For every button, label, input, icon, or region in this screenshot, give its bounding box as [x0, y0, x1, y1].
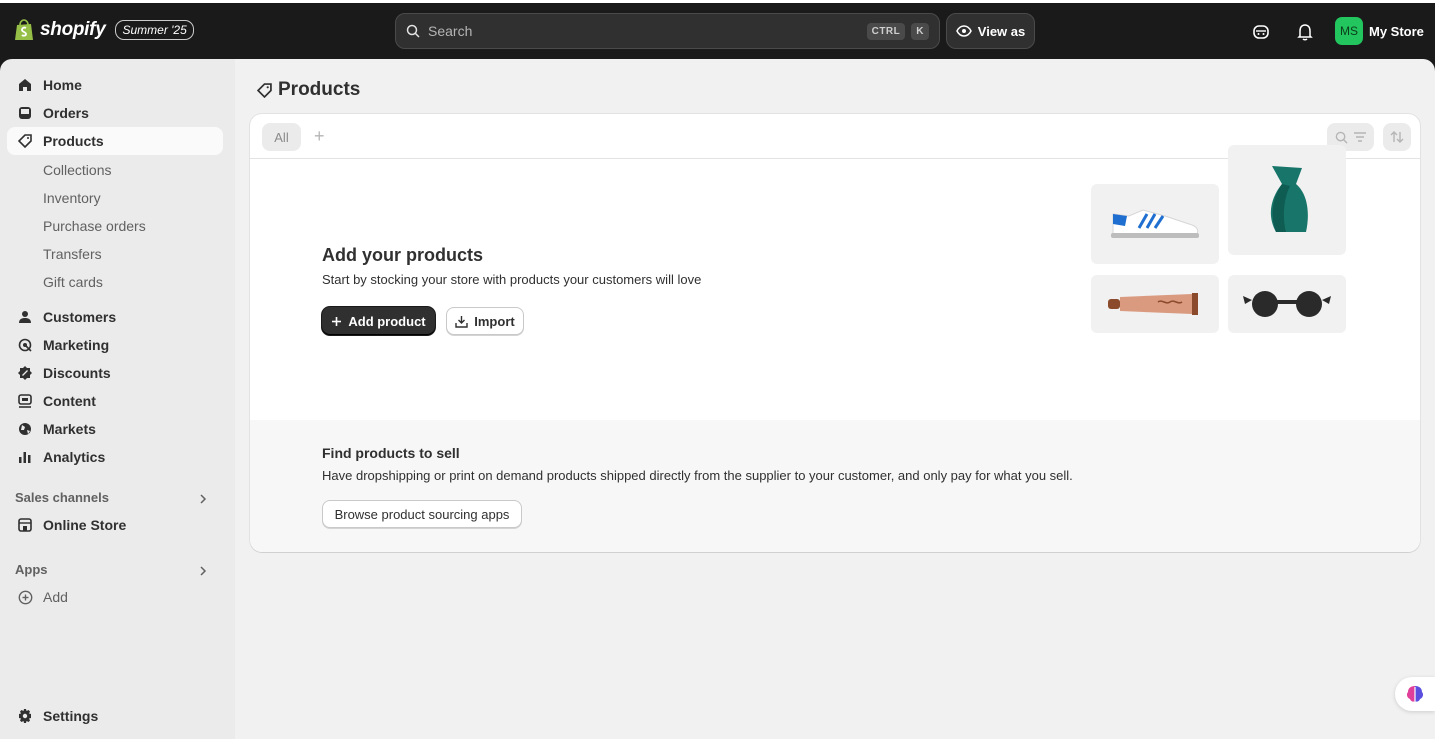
nav-settings[interactable]: Settings — [7, 702, 223, 730]
chevron-right-icon[interactable] — [197, 493, 209, 505]
nav-add-app-label: Add — [43, 589, 68, 605]
sidekick-top-icon[interactable] — [1251, 22, 1271, 42]
nav-online-store[interactable]: Online Store — [7, 511, 223, 539]
nav-purchase-orders[interactable]: Purchase orders — [43, 218, 146, 234]
nav-settings-label: Settings — [43, 708, 99, 724]
nav-inventory[interactable]: Inventory — [43, 190, 101, 206]
nav-products-label: Products — [43, 133, 104, 149]
nav-markets-label: Markets — [43, 421, 96, 437]
sidebar: Home Orders Products Collections Invento… — [0, 59, 235, 739]
nav-products[interactable]: Products — [7, 127, 223, 155]
apps-label[interactable]: Apps — [15, 562, 48, 577]
products-card: All + Add your products Start by stockin… — [250, 114, 1420, 552]
shortcut-ctrl: CTRL — [866, 22, 906, 40]
globe-icon — [7, 422, 43, 436]
add-view-icon[interactable]: + — [314, 126, 325, 147]
sales-channels-label[interactable]: Sales channels — [15, 490, 109, 505]
bell-icon[interactable] — [1295, 22, 1315, 42]
sort-icon — [1390, 131, 1404, 143]
empty-state-title: Add your products — [322, 245, 483, 265]
nav-customers[interactable]: Customers — [7, 303, 223, 331]
nav-gift-cards[interactable]: Gift cards — [43, 274, 103, 290]
nav-collections[interactable]: Collections — [43, 162, 111, 178]
top-bar: shopify Summer '25 Search CTRL K View as… — [0, 0, 1435, 59]
search-bar[interactable]: Search CTRL K — [395, 13, 940, 49]
target-icon — [7, 338, 43, 352]
browse-sourcing-apps-button[interactable]: Browse product sourcing apps — [322, 500, 522, 528]
content-icon — [7, 394, 43, 408]
shopify-bag-icon — [15, 19, 33, 40]
find-products-section: Find products to sell Have dropshipping … — [250, 420, 1420, 552]
nav-transfers[interactable]: Transfers — [43, 246, 102, 262]
sidekick-button[interactable] — [1395, 677, 1435, 711]
nav-home-label: Home — [43, 77, 82, 93]
nav-customers-label: Customers — [43, 309, 117, 325]
store-menu[interactable]: MS My Store — [1335, 17, 1424, 45]
avatar: MS — [1335, 17, 1363, 45]
edition-badge[interactable]: Summer '25 — [115, 20, 194, 40]
vase-illustration — [1228, 145, 1346, 255]
sneaker-illustration — [1091, 184, 1219, 264]
search-icon — [406, 24, 420, 38]
import-label: Import — [474, 313, 515, 329]
nav-analytics[interactable]: Analytics — [7, 443, 223, 471]
shortcut-k: K — [911, 22, 929, 40]
nav-discounts-label: Discounts — [43, 365, 111, 381]
plus-icon — [332, 316, 342, 326]
brand-name: shopify — [40, 19, 106, 40]
tab-all[interactable]: All — [262, 123, 301, 151]
nav-add-app[interactable]: Add — [7, 583, 223, 611]
view-as-label: View as — [977, 23, 1026, 39]
sunglasses-illustration — [1228, 275, 1346, 333]
nav-marketing-label: Marketing — [43, 337, 110, 353]
home-icon — [7, 78, 43, 92]
nav-discounts[interactable]: Discounts — [7, 359, 223, 387]
empty-state: Add your products Start by stocking your… — [250, 145, 1420, 420]
find-products-description: Have dropshipping or print on demand pro… — [322, 468, 1073, 483]
nav-orders-label: Orders — [43, 105, 89, 121]
search-icon — [1335, 131, 1348, 144]
tag-icon — [257, 82, 272, 98]
gear-icon — [7, 709, 43, 723]
view-as-button[interactable]: View as — [946, 13, 1035, 49]
eye-icon — [955, 25, 972, 37]
lipstick-tube-illustration — [1091, 275, 1219, 333]
nav-content-label: Content — [43, 393, 96, 409]
brain-icon — [1406, 686, 1424, 702]
add-product-label: Add product — [348, 313, 426, 329]
shopify-logo[interactable]: shopify Summer '25 — [14, 19, 194, 41]
nav-content[interactable]: Content — [7, 387, 223, 415]
main-content: Products All + Add your products Start b… — [235, 59, 1435, 739]
filter-icon — [1353, 132, 1366, 142]
page-title-text: Products — [278, 79, 361, 100]
discount-icon — [7, 366, 43, 380]
inbox-icon — [7, 106, 43, 120]
person-icon — [7, 310, 43, 324]
nav-online-store-label: Online Store — [43, 517, 127, 533]
import-button[interactable]: Import — [446, 307, 524, 335]
add-product-button[interactable]: Add product — [322, 307, 435, 335]
sort-button[interactable] — [1383, 123, 1411, 151]
nav-analytics-label: Analytics — [43, 449, 106, 465]
bar-chart-icon — [7, 450, 43, 464]
nav-orders[interactable]: Orders — [7, 99, 223, 127]
chevron-right-icon[interactable] — [197, 565, 209, 577]
store-icon — [7, 518, 43, 532]
nav-home[interactable]: Home — [7, 71, 223, 99]
search-placeholder: Search — [428, 23, 473, 39]
page-title: Products — [257, 79, 360, 101]
store-name: My Store — [1369, 23, 1424, 39]
find-products-title: Find products to sell — [322, 445, 460, 461]
download-icon — [455, 315, 468, 328]
nav-markets[interactable]: Markets — [7, 415, 223, 443]
empty-state-description: Start by stocking your store with produc… — [322, 272, 702, 287]
plus-circle-icon — [7, 590, 43, 605]
nav-marketing[interactable]: Marketing — [7, 331, 223, 359]
tag-icon — [7, 134, 43, 148]
